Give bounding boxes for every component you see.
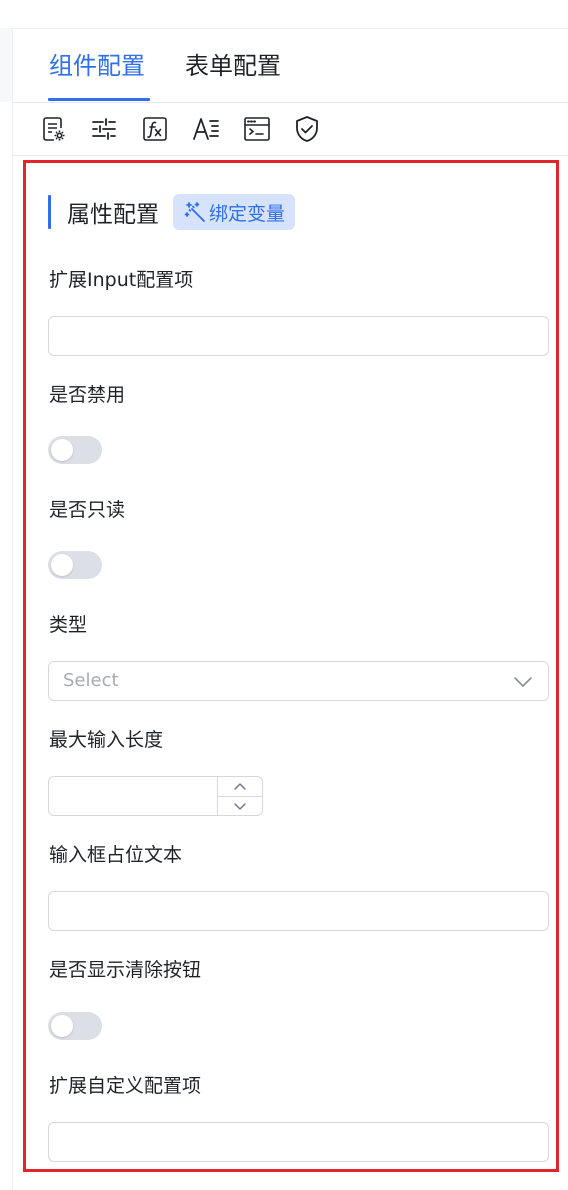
bind-variable-label: 绑定变量 xyxy=(209,202,286,225)
property-panel: 属性配置 绑定变量 扩展Input配置项 是否禁用 是否只读 类型 Select… xyxy=(23,160,559,1172)
code-window-icon[interactable] xyxy=(241,113,273,145)
ext-custom-field[interactable] xyxy=(48,1122,549,1162)
readonly-label: 是否只读 xyxy=(49,499,126,521)
type-label: 类型 xyxy=(49,614,88,636)
shield-check-icon[interactable] xyxy=(291,113,323,145)
decrement-button[interactable] xyxy=(218,796,262,815)
placeholder-text-field[interactable] xyxy=(48,891,549,931)
section-accent-bar xyxy=(48,195,51,229)
active-tab-indicator xyxy=(48,98,150,101)
left-divider xyxy=(12,28,13,1190)
switch-knob xyxy=(51,554,73,576)
switch-knob xyxy=(51,439,73,461)
magic-wand-icon xyxy=(184,202,205,222)
section-title: 属性配置 xyxy=(67,202,159,228)
switch-knob xyxy=(51,1015,73,1037)
text-style-icon[interactable] xyxy=(190,113,222,145)
form-settings-icon[interactable] xyxy=(37,113,69,145)
maxlength-label: 最大输入长度 xyxy=(49,729,164,751)
maxlength-field[interactable] xyxy=(49,777,219,815)
type-select[interactable]: Select xyxy=(48,661,549,701)
sliders-icon[interactable] xyxy=(88,113,120,145)
ext-input-field[interactable] xyxy=(48,316,549,356)
section-header: 属性配置 绑定变量 xyxy=(48,193,296,231)
maxlength-number-input xyxy=(48,776,263,816)
placeholder-text-label: 输入框占位文本 xyxy=(49,844,183,866)
disabled-switch[interactable] xyxy=(48,436,102,464)
clearable-label: 是否显示清除按钮 xyxy=(49,959,202,981)
top-strip xyxy=(0,0,568,29)
chevron-down-icon xyxy=(234,802,246,810)
readonly-switch[interactable] xyxy=(48,551,102,579)
ext-input-label: 扩展Input配置项 xyxy=(49,269,194,291)
tab-form-config[interactable]: 表单配置 xyxy=(185,50,281,82)
bind-variable-button[interactable]: 绑定变量 xyxy=(173,194,296,230)
toolbar xyxy=(13,103,568,156)
type-select-placeholder: Select xyxy=(63,670,119,691)
tab-component-config[interactable]: 组件配置 xyxy=(49,50,145,82)
increment-button[interactable] xyxy=(218,777,262,797)
left-gutter xyxy=(0,28,12,102)
number-stepper xyxy=(217,777,262,815)
disabled-label: 是否禁用 xyxy=(49,384,126,406)
chevron-down-icon xyxy=(514,677,532,687)
chevron-up-icon xyxy=(234,782,246,790)
config-tabs: 组件配置 表单配置 xyxy=(13,28,568,103)
ext-custom-label: 扩展自定义配置项 xyxy=(49,1075,202,1097)
clearable-switch[interactable] xyxy=(48,1012,102,1040)
function-icon[interactable] xyxy=(139,113,171,145)
